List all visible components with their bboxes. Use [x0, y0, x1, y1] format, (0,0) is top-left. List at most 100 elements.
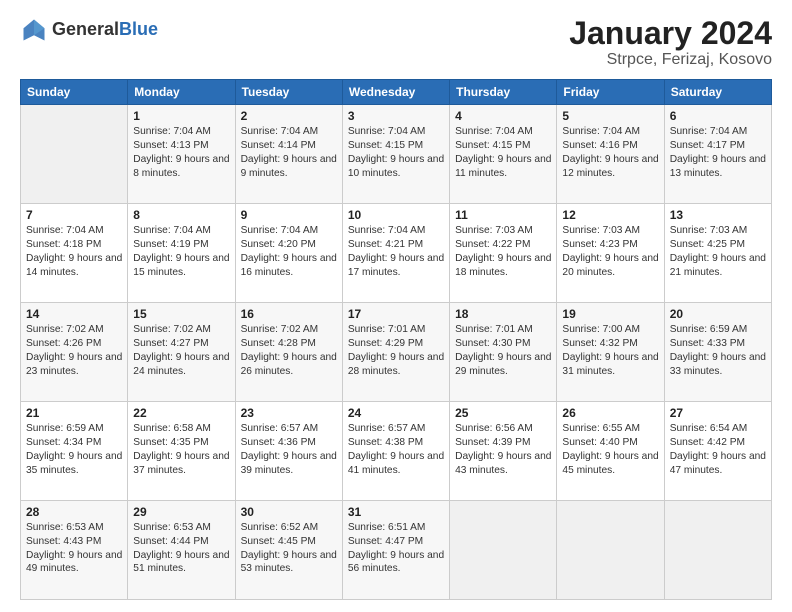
day-number: 31 [348, 504, 444, 520]
sunset-text: Sunset: 4:20 PM [241, 238, 337, 252]
day-cell: 10Sunrise: 7:04 AMSunset: 4:21 PMDayligh… [342, 204, 449, 303]
logo-text: GeneralBlue [52, 20, 158, 40]
day-number: 15 [133, 306, 229, 322]
day-number: 29 [133, 504, 229, 520]
page: GeneralBlue January 2024 Strpce, Ferizaj… [0, 0, 792, 612]
day-cell: 27Sunrise: 6:54 AMSunset: 4:42 PMDayligh… [664, 402, 771, 501]
sunset-text: Sunset: 4:26 PM [26, 337, 122, 351]
title-block: January 2024 Strpce, Ferizaj, Kosovo [569, 16, 772, 69]
day-cell: 11Sunrise: 7:03 AMSunset: 4:22 PMDayligh… [450, 204, 557, 303]
sunset-text: Sunset: 4:13 PM [133, 139, 229, 153]
sunset-text: Sunset: 4:47 PM [348, 535, 444, 549]
day-cell: 15Sunrise: 7:02 AMSunset: 4:27 PMDayligh… [128, 303, 235, 402]
daylight-text: Daylight: 9 hours and 17 minutes. [348, 252, 444, 280]
sunset-text: Sunset: 4:36 PM [241, 436, 337, 450]
day-cell: 1Sunrise: 7:04 AMSunset: 4:13 PMDaylight… [128, 105, 235, 204]
sunrise-text: Sunrise: 7:02 AM [26, 323, 122, 337]
sunset-text: Sunset: 4:39 PM [455, 436, 551, 450]
day-cell: 16Sunrise: 7:02 AMSunset: 4:28 PMDayligh… [235, 303, 342, 402]
sunrise-text: Sunrise: 7:04 AM [670, 125, 766, 139]
day-number: 7 [26, 207, 122, 223]
day-number: 13 [670, 207, 766, 223]
sunrise-text: Sunrise: 7:00 AM [562, 323, 658, 337]
day-cell: 23Sunrise: 6:57 AMSunset: 4:36 PMDayligh… [235, 402, 342, 501]
sunrise-text: Sunrise: 7:02 AM [133, 323, 229, 337]
day-number: 4 [455, 108, 551, 124]
daylight-text: Daylight: 9 hours and 49 minutes. [26, 549, 122, 577]
day-cell: 30Sunrise: 6:52 AMSunset: 4:45 PMDayligh… [235, 501, 342, 600]
week-row-3: 14Sunrise: 7:02 AMSunset: 4:26 PMDayligh… [21, 303, 772, 402]
sunrise-text: Sunrise: 6:55 AM [562, 422, 658, 436]
sunrise-text: Sunrise: 6:53 AM [133, 521, 229, 535]
day-cell [450, 501, 557, 600]
calendar-table: SundayMondayTuesdayWednesdayThursdayFrid… [20, 79, 772, 600]
daylight-text: Daylight: 9 hours and 8 minutes. [133, 153, 229, 181]
logo: GeneralBlue [20, 16, 158, 44]
day-number: 17 [348, 306, 444, 322]
day-cell: 2Sunrise: 7:04 AMSunset: 4:14 PMDaylight… [235, 105, 342, 204]
sunset-text: Sunset: 4:21 PM [348, 238, 444, 252]
calendar-header: SundayMondayTuesdayWednesdayThursdayFrid… [21, 80, 772, 105]
daylight-text: Daylight: 9 hours and 51 minutes. [133, 549, 229, 577]
sunrise-text: Sunrise: 6:59 AM [670, 323, 766, 337]
day-cell [664, 501, 771, 600]
calendar-body: 1Sunrise: 7:04 AMSunset: 4:13 PMDaylight… [21, 105, 772, 600]
week-row-2: 7Sunrise: 7:04 AMSunset: 4:18 PMDaylight… [21, 204, 772, 303]
daylight-text: Daylight: 9 hours and 10 minutes. [348, 153, 444, 181]
daylight-text: Daylight: 9 hours and 39 minutes. [241, 450, 337, 478]
sunrise-text: Sunrise: 7:01 AM [455, 323, 551, 337]
daylight-text: Daylight: 9 hours and 37 minutes. [133, 450, 229, 478]
day-number: 18 [455, 306, 551, 322]
page-subtitle: Strpce, Ferizaj, Kosovo [569, 51, 772, 69]
week-row-4: 21Sunrise: 6:59 AMSunset: 4:34 PMDayligh… [21, 402, 772, 501]
daylight-text: Daylight: 9 hours and 56 minutes. [348, 549, 444, 577]
sunset-text: Sunset: 4:23 PM [562, 238, 658, 252]
daylight-text: Daylight: 9 hours and 14 minutes. [26, 252, 122, 280]
day-number: 27 [670, 405, 766, 421]
sunrise-text: Sunrise: 7:04 AM [348, 224, 444, 238]
day-cell: 20Sunrise: 6:59 AMSunset: 4:33 PMDayligh… [664, 303, 771, 402]
daylight-text: Daylight: 9 hours and 15 minutes. [133, 252, 229, 280]
sunset-text: Sunset: 4:17 PM [670, 139, 766, 153]
daylight-text: Daylight: 9 hours and 28 minutes. [348, 351, 444, 379]
sunset-text: Sunset: 4:40 PM [562, 436, 658, 450]
sunrise-text: Sunrise: 7:04 AM [241, 224, 337, 238]
day-cell: 14Sunrise: 7:02 AMSunset: 4:26 PMDayligh… [21, 303, 128, 402]
day-cell [557, 501, 664, 600]
sunrise-text: Sunrise: 7:04 AM [348, 125, 444, 139]
sunrise-text: Sunrise: 7:04 AM [241, 125, 337, 139]
sunset-text: Sunset: 4:15 PM [455, 139, 551, 153]
sunrise-text: Sunrise: 6:58 AM [133, 422, 229, 436]
day-number: 1 [133, 108, 229, 124]
day-number: 19 [562, 306, 658, 322]
daylight-text: Daylight: 9 hours and 23 minutes. [26, 351, 122, 379]
sunset-text: Sunset: 4:28 PM [241, 337, 337, 351]
day-number: 28 [26, 504, 122, 520]
sunset-text: Sunset: 4:22 PM [455, 238, 551, 252]
day-number: 25 [455, 405, 551, 421]
day-number: 30 [241, 504, 337, 520]
day-cell: 8Sunrise: 7:04 AMSunset: 4:19 PMDaylight… [128, 204, 235, 303]
sunset-text: Sunset: 4:42 PM [670, 436, 766, 450]
day-number: 2 [241, 108, 337, 124]
day-cell [21, 105, 128, 204]
sunset-text: Sunset: 4:35 PM [133, 436, 229, 450]
header: GeneralBlue January 2024 Strpce, Ferizaj… [20, 16, 772, 69]
daylight-text: Daylight: 9 hours and 33 minutes. [670, 351, 766, 379]
sunrise-text: Sunrise: 7:04 AM [26, 224, 122, 238]
sunrise-text: Sunrise: 7:03 AM [670, 224, 766, 238]
sunset-text: Sunset: 4:45 PM [241, 535, 337, 549]
day-number: 14 [26, 306, 122, 322]
daylight-text: Daylight: 9 hours and 53 minutes. [241, 549, 337, 577]
daylight-text: Daylight: 9 hours and 16 minutes. [241, 252, 337, 280]
day-cell: 12Sunrise: 7:03 AMSunset: 4:23 PMDayligh… [557, 204, 664, 303]
daylight-text: Daylight: 9 hours and 26 minutes. [241, 351, 337, 379]
daylight-text: Daylight: 9 hours and 11 minutes. [455, 153, 551, 181]
weekday-header-saturday: Saturday [664, 80, 771, 105]
daylight-text: Daylight: 9 hours and 43 minutes. [455, 450, 551, 478]
day-cell: 6Sunrise: 7:04 AMSunset: 4:17 PMDaylight… [664, 105, 771, 204]
weekday-header-wednesday: Wednesday [342, 80, 449, 105]
logo-blue: Blue [119, 19, 158, 39]
day-number: 16 [241, 306, 337, 322]
sunrise-text: Sunrise: 6:59 AM [26, 422, 122, 436]
